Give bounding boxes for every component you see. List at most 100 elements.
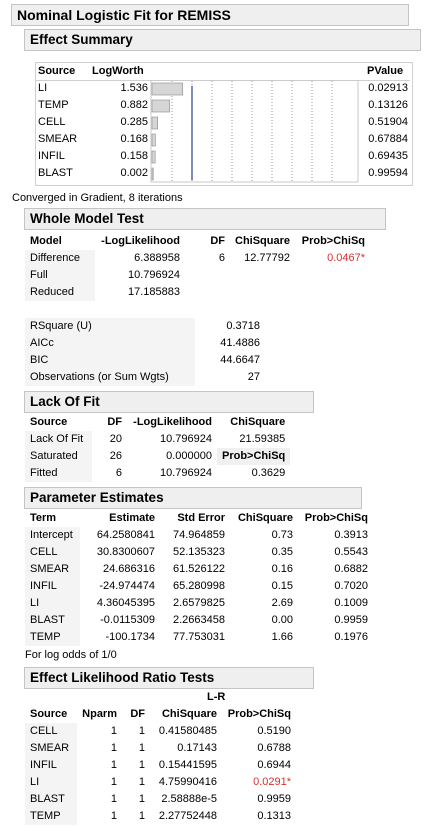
table-row: AICc 41.4886 bbox=[25, 335, 265, 352]
wm-h-chisq: ChiSquare bbox=[235, 235, 291, 247]
logworth-bar bbox=[151, 167, 154, 181]
stat-label: Observations (or Sum Wgts) bbox=[25, 369, 195, 386]
stat-label: BIC bbox=[25, 352, 195, 369]
effect-summary-title[interactable]: Effect Summary bbox=[24, 29, 421, 51]
pe-h-chisq: ChiSquare bbox=[237, 512, 293, 524]
logworth-bar bbox=[151, 150, 156, 164]
es-source: LI bbox=[38, 82, 48, 94]
converged-note: Converged in Gradient, 8 iterations bbox=[12, 192, 183, 204]
es-source: BLAST bbox=[38, 167, 73, 179]
lr-prob: 0.6788 bbox=[257, 742, 291, 754]
pe-term: LI bbox=[25, 595, 80, 612]
pe-chisq: 0.73 bbox=[271, 529, 293, 541]
wm-prob-significant: 0.0467* bbox=[327, 252, 366, 264]
lr-prob: 0.0291* bbox=[253, 776, 291, 788]
table-row: Observations (or Sum Wgts) 27 bbox=[25, 369, 265, 386]
lr-nparm: 1 bbox=[110, 725, 117, 737]
pe-prob: 0.5543 bbox=[334, 546, 368, 558]
lr-h-prob: Prob>ChiSq bbox=[227, 708, 291, 720]
pe-stderr: 61.526122 bbox=[173, 563, 225, 575]
pe-stderr: 74.964859 bbox=[173, 529, 225, 541]
wm-cell: 17.185883 bbox=[128, 286, 180, 298]
wm-cell: 12.77792 bbox=[244, 252, 291, 264]
lr-source: TEMP bbox=[25, 808, 77, 825]
lr-label: L-R bbox=[207, 691, 226, 703]
lr-df: 1 bbox=[138, 810, 145, 822]
lr-h-source: Source bbox=[30, 708, 68, 720]
pe-chisq: 0.15 bbox=[271, 580, 293, 592]
pe-chisq: 0.00 bbox=[271, 614, 293, 626]
table-row: TEMP 1 1 2.27752448 0.1313 bbox=[25, 808, 296, 825]
effect-lr-table: Source Nparm DF ChiSquare Prob>ChiSq CEL… bbox=[25, 706, 296, 825]
es-logworth: 0.158 bbox=[120, 150, 148, 162]
lr-chisq: 0.17143 bbox=[177, 742, 217, 754]
effect-lr-tests-title[interactable]: Effect Likelihood Ratio Tests bbox=[24, 667, 314, 689]
table-row: Reduced 17.185883 bbox=[25, 284, 370, 301]
lof-cell: 21.59385 bbox=[239, 433, 286, 445]
table-row: Lack Of Fit 20 10.796924 21.59385 bbox=[25, 431, 290, 448]
pe-h-term: Term bbox=[30, 512, 57, 524]
logworth-chart bbox=[150, 80, 359, 183]
wm-h-df: DF bbox=[210, 235, 225, 247]
pe-estimate: 30.8300607 bbox=[96, 546, 155, 558]
pe-estimate: 24.686316 bbox=[103, 563, 155, 575]
pe-chisq: 2.69 bbox=[271, 597, 293, 609]
es-logworth: 0.882 bbox=[120, 99, 148, 111]
lr-chisq: 0.41580485 bbox=[158, 725, 217, 737]
whole-model-table: Model -LogLikelihood DF ChiSquare Prob>C… bbox=[25, 233, 370, 301]
lack-of-fit-title[interactable]: Lack Of Fit bbox=[24, 391, 314, 413]
whole-model-test-title[interactable]: Whole Model Test bbox=[24, 208, 386, 230]
lr-prob: 0.1313 bbox=[257, 810, 291, 822]
lr-h-nparm: Nparm bbox=[82, 708, 117, 720]
table-row: BLAST -0.0115309 2.2663458 0.00 0.9959 bbox=[25, 612, 373, 629]
es-logworth: 1.536 bbox=[120, 82, 148, 94]
lr-chisq: 4.75990416 bbox=[158, 776, 217, 788]
pe-estimate: 64.2580841 bbox=[96, 529, 155, 541]
logworth-bar bbox=[151, 133, 156, 147]
pe-prob: 0.9959 bbox=[334, 614, 368, 626]
lof-cell: 26 bbox=[109, 450, 122, 462]
lr-nparm: 1 bbox=[110, 742, 117, 754]
lr-df: 1 bbox=[138, 776, 145, 788]
lr-prob: 0.9959 bbox=[257, 793, 291, 805]
lof-cell: 20 bbox=[109, 433, 122, 445]
pe-stderr: 2.6579825 bbox=[173, 597, 225, 609]
wm-cell: 6.388958 bbox=[134, 252, 180, 264]
wm-h-prob: Prob>ChiSq bbox=[301, 235, 366, 247]
wm-cell: Reduced bbox=[25, 284, 95, 301]
wm-cell: 10.796924 bbox=[128, 269, 180, 281]
table-row: Intercept 64.2580841 74.964859 0.73 0.3913 bbox=[25, 527, 373, 544]
parameter-estimates-title[interactable]: Parameter Estimates bbox=[24, 487, 362, 509]
pe-term: SMEAR bbox=[25, 561, 80, 578]
pe-h-stderr: Std Error bbox=[177, 512, 225, 524]
report-title[interactable]: Nominal Logistic Fit for REMISS bbox=[11, 4, 409, 26]
es-pvalue: 0.13126 bbox=[368, 99, 408, 111]
lof-cell: Lack Of Fit bbox=[25, 431, 92, 448]
parameter-estimates-table: Term Estimate Std Error ChiSquare Prob>C… bbox=[25, 510, 373, 646]
pe-stderr: 77.753031 bbox=[173, 631, 225, 643]
pe-stderr: 2.2663458 bbox=[173, 614, 225, 626]
table-row: SMEAR 1 1 0.17143 0.6788 bbox=[25, 740, 296, 757]
es-pvalue: 0.67884 bbox=[368, 133, 408, 145]
table-row: TEMP -100.1734 77.753031 1.66 0.1976 bbox=[25, 629, 373, 646]
logworth-bar bbox=[151, 82, 184, 96]
lof-cell: Saturated bbox=[25, 448, 92, 465]
es-source: TEMP bbox=[38, 99, 69, 111]
table-row: BIC 44.6647 bbox=[25, 352, 265, 369]
es-pvalue: 0.69435 bbox=[368, 150, 408, 162]
wm-h-model: Model bbox=[30, 235, 62, 247]
lr-h-df: DF bbox=[130, 708, 145, 720]
stat-label: RSquare (U) bbox=[25, 318, 195, 335]
wm-cell: 6 bbox=[218, 252, 225, 264]
pe-prob: 0.1009 bbox=[334, 597, 368, 609]
es-col-pvalue: PValue bbox=[367, 65, 404, 77]
stat-label: AICc bbox=[25, 335, 195, 352]
lr-source: INFIL bbox=[25, 757, 77, 774]
pe-estimate: -24.974474 bbox=[99, 580, 155, 592]
lr-df: 1 bbox=[138, 759, 145, 771]
es-pvalue: 0.99594 bbox=[368, 167, 408, 179]
lack-of-fit-table: Source DF -LogLikelihood ChiSquare Lack … bbox=[25, 414, 291, 482]
lr-h-chisq: ChiSquare bbox=[161, 708, 217, 720]
lof-h-source: Source bbox=[30, 416, 68, 428]
lr-source: SMEAR bbox=[25, 740, 77, 757]
